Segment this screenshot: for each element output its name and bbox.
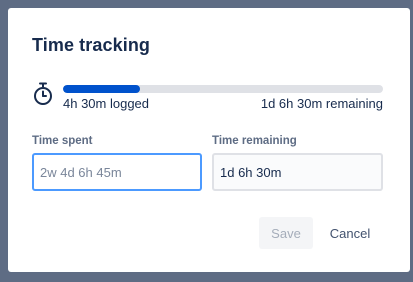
time-spent-input[interactable]: [32, 153, 202, 191]
logged-time-text: 4h 30m logged: [63, 96, 150, 111]
stopwatch-icon: [32, 82, 54, 106]
time-spent-label: Time spent: [32, 135, 93, 147]
remaining-time-text: 1d 6h 30m remaining: [260, 96, 383, 111]
time-progress-bar: [63, 85, 383, 93]
time-remaining-input[interactable]: [212, 153, 383, 191]
save-button[interactable]: Save: [259, 217, 313, 249]
time-remaining-label: Time remaining: [212, 135, 297, 147]
time-progress-fill: [63, 85, 140, 93]
cancel-button[interactable]: Cancel: [320, 217, 380, 249]
dialog-title: Time tracking: [32, 35, 151, 55]
time-tracking-dialog: Time tracking 4h 30m logged 1d 6h 30m re…: [8, 8, 410, 272]
